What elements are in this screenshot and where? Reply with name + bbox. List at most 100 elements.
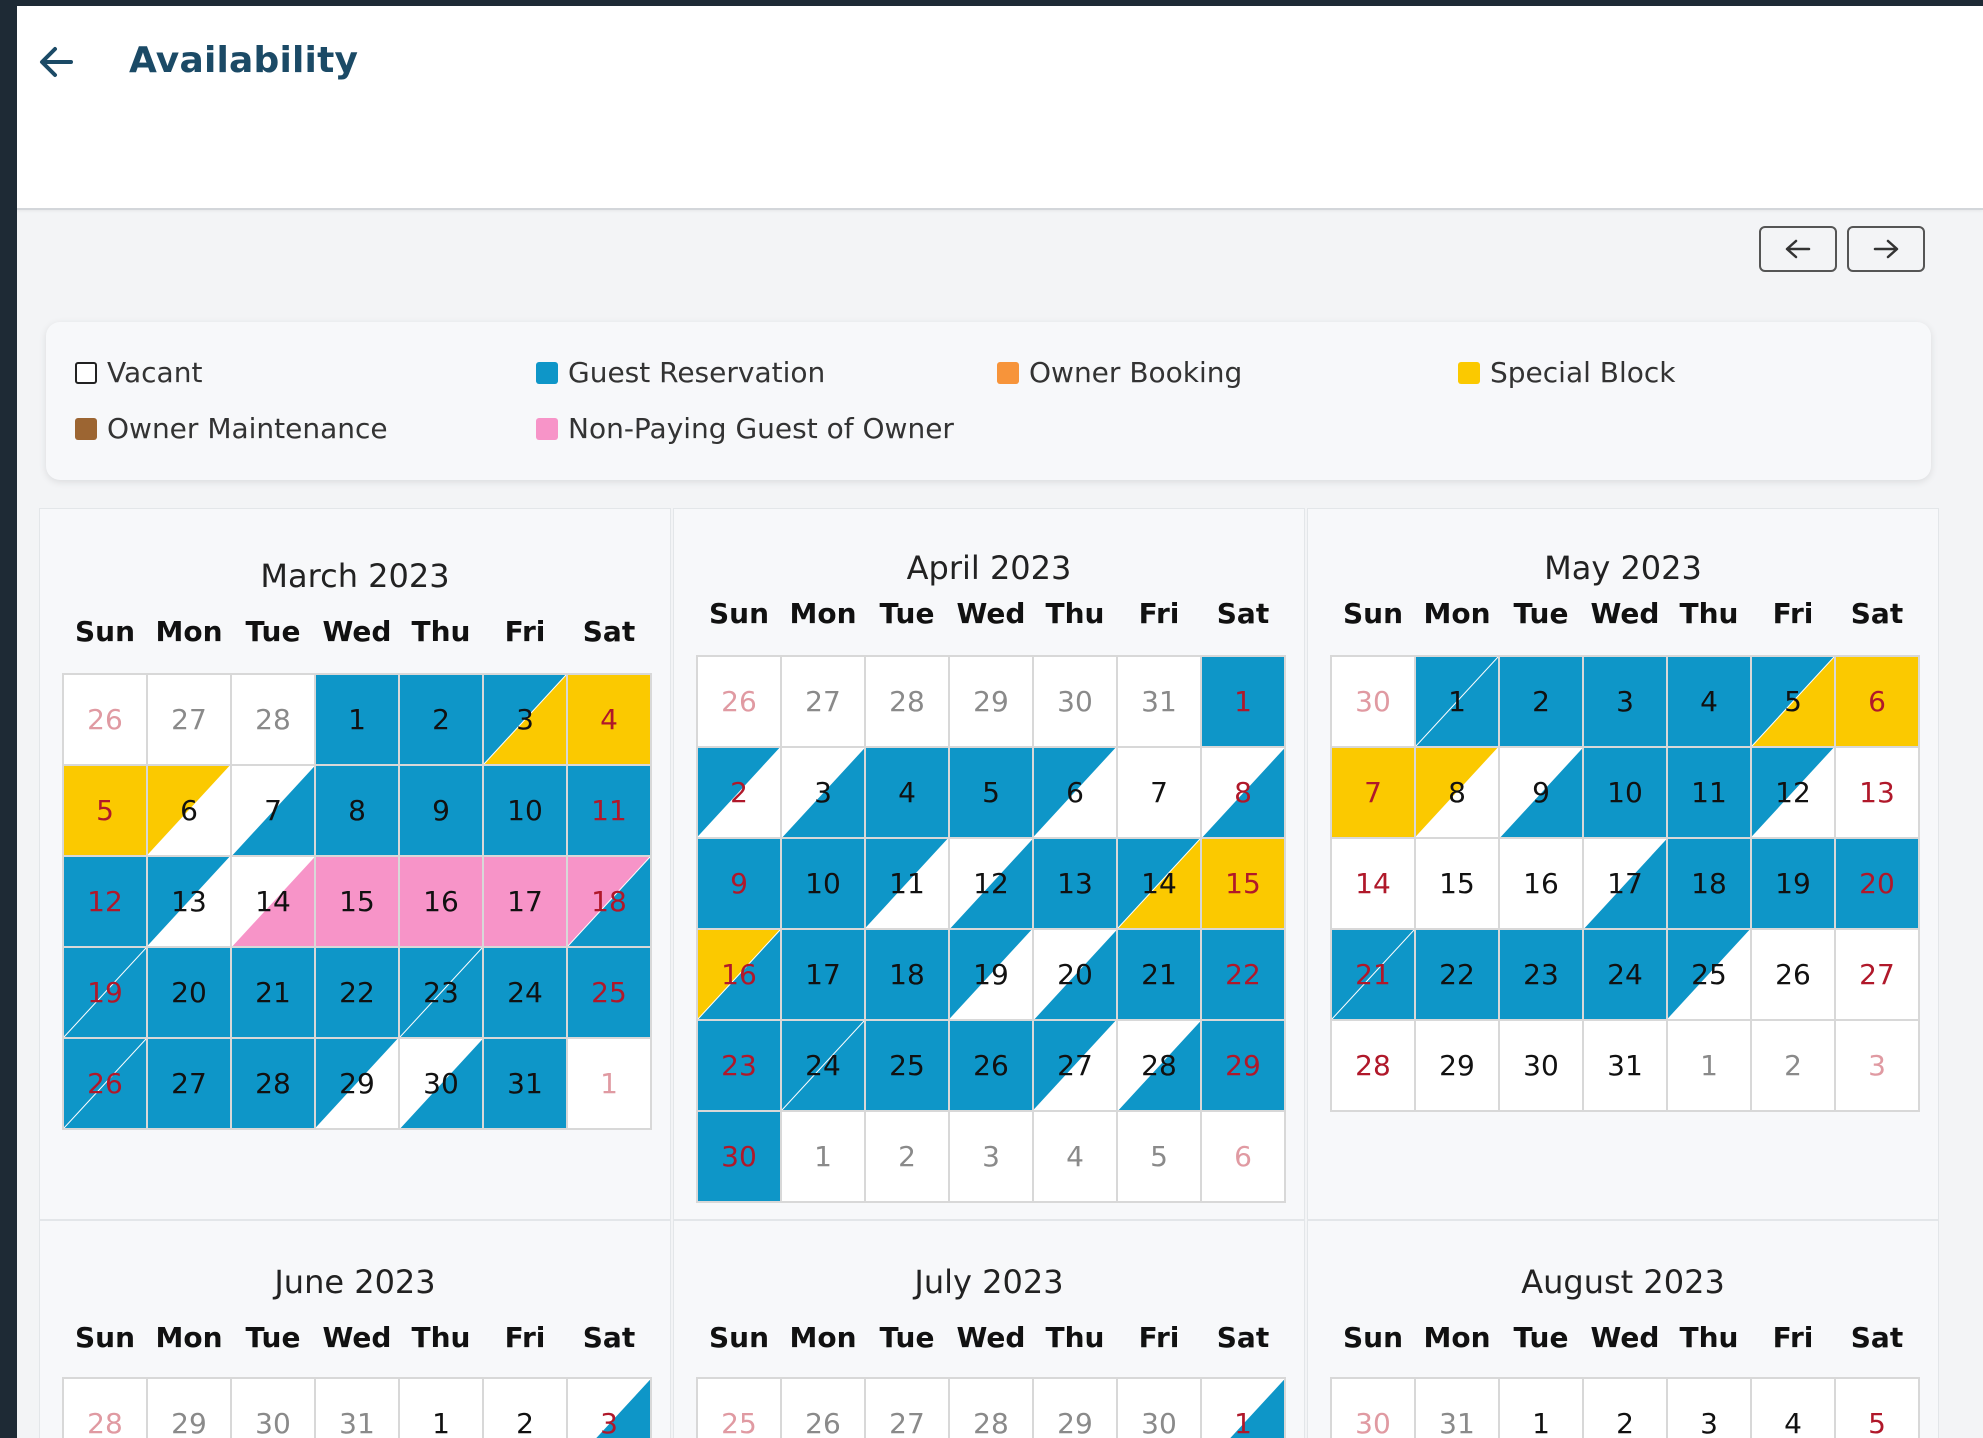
day-cell[interactable]: 28 [231,1038,315,1129]
day-cell[interactable]: 19 [1751,838,1835,929]
day-cell[interactable]: 15 [315,856,399,947]
day-cell[interactable]: 16 [1499,838,1583,929]
day-cell-outside-month[interactable]: 3 [1835,1020,1919,1111]
day-cell[interactable]: 31 [483,1038,567,1129]
day-cell[interactable]: 13 [1033,838,1117,929]
day-cell[interactable]: 5 [949,747,1033,838]
day-cell[interactable]: 4 [1751,1378,1835,1438]
day-cell[interactable]: 2 [483,1378,567,1438]
day-cell[interactable]: 15 [1415,838,1499,929]
day-cell[interactable]: 7 [1331,747,1415,838]
day-cell[interactable]: 22 [315,947,399,1038]
day-cell[interactable]: 3 [1667,1378,1751,1438]
day-cell[interactable]: 1 [315,674,399,765]
day-cell[interactable]: 18 [567,856,651,947]
day-cell-outside-month[interactable]: 25 [697,1378,781,1438]
day-cell-outside-month[interactable]: 30 [1033,656,1117,747]
day-cell[interactable]: 8 [1201,747,1285,838]
day-cell-outside-month[interactable]: 5 [1117,1111,1201,1202]
day-cell-outside-month[interactable]: 27 [147,674,231,765]
day-cell[interactable]: 8 [1415,747,1499,838]
day-cell[interactable]: 7 [231,765,315,856]
day-cell[interactable]: 4 [567,674,651,765]
day-cell[interactable]: 9 [399,765,483,856]
day-cell-outside-month[interactable]: 30 [1331,1378,1415,1438]
day-cell[interactable]: 13 [1835,747,1919,838]
day-cell[interactable]: 30 [399,1038,483,1129]
day-cell[interactable]: 10 [781,838,865,929]
day-cell[interactable]: 23 [1499,929,1583,1020]
day-cell[interactable]: 6 [147,765,231,856]
day-cell[interactable]: 3 [567,1378,651,1438]
day-cell[interactable]: 23 [697,1020,781,1111]
day-cell-outside-month[interactable]: 29 [1033,1378,1117,1438]
day-cell[interactable]: 10 [1583,747,1667,838]
day-cell-outside-month[interactable]: 1 [781,1111,865,1202]
day-cell[interactable]: 12 [1751,747,1835,838]
day-cell[interactable]: 20 [147,947,231,1038]
day-cell[interactable]: 20 [1835,838,1919,929]
day-cell[interactable]: 30 [697,1111,781,1202]
day-cell[interactable]: 24 [781,1020,865,1111]
day-cell[interactable]: 18 [865,929,949,1020]
day-cell[interactable]: 29 [315,1038,399,1129]
day-cell[interactable]: 17 [483,856,567,947]
day-cell-outside-month[interactable]: 29 [147,1378,231,1438]
day-cell[interactable]: 2 [697,747,781,838]
day-cell-outside-month[interactable]: 31 [1415,1378,1499,1438]
day-cell[interactable]: 24 [483,947,567,1038]
day-cell-outside-month[interactable]: 30 [1117,1378,1201,1438]
day-cell[interactable]: 11 [865,838,949,929]
day-cell[interactable]: 25 [567,947,651,1038]
day-cell[interactable]: 2 [399,674,483,765]
day-cell[interactable]: 5 [1835,1378,1919,1438]
day-cell[interactable]: 20 [1033,929,1117,1020]
day-cell-outside-month[interactable]: 29 [949,656,1033,747]
day-cell[interactable]: 10 [483,765,567,856]
day-cell[interactable]: 18 [1667,838,1751,929]
day-cell[interactable]: 3 [483,674,567,765]
day-cell[interactable]: 6 [1033,747,1117,838]
day-cell[interactable]: 1 [1415,656,1499,747]
day-cell[interactable]: 11 [567,765,651,856]
day-cell[interactable]: 27 [147,1038,231,1129]
day-cell-outside-month[interactable]: 2 [1751,1020,1835,1111]
day-cell[interactable]: 8 [315,765,399,856]
day-cell-outside-month[interactable]: 27 [781,656,865,747]
day-cell[interactable]: 4 [865,747,949,838]
prev-months-button[interactable] [1759,226,1837,272]
day-cell-outside-month[interactable]: 28 [865,656,949,747]
day-cell[interactable]: 17 [1583,838,1667,929]
day-cell[interactable]: 28 [1331,1020,1415,1111]
day-cell-outside-month[interactable]: 26 [697,656,781,747]
day-cell[interactable]: 19 [949,929,1033,1020]
day-cell[interactable]: 29 [1201,1020,1285,1111]
day-cell[interactable]: 1 [399,1378,483,1438]
day-cell[interactable]: 16 [399,856,483,947]
day-cell[interactable]: 16 [697,929,781,1020]
day-cell[interactable]: 12 [63,856,147,947]
day-cell[interactable]: 12 [949,838,1033,929]
day-cell[interactable]: 2 [1583,1378,1667,1438]
day-cell[interactable]: 22 [1201,929,1285,1020]
day-cell[interactable]: 30 [1499,1020,1583,1111]
day-cell[interactable]: 5 [1751,656,1835,747]
day-cell[interactable]: 26 [63,1038,147,1129]
day-cell-outside-month[interactable]: 26 [63,674,147,765]
day-cell[interactable]: 21 [231,947,315,1038]
day-cell-outside-month[interactable]: 30 [231,1378,315,1438]
day-cell[interactable]: 23 [399,947,483,1038]
day-cell[interactable]: 27 [1835,929,1919,1020]
day-cell[interactable]: 2 [1499,656,1583,747]
day-cell-outside-month[interactable]: 6 [1201,1111,1285,1202]
day-cell[interactable]: 9 [697,838,781,929]
day-cell[interactable]: 27 [1033,1020,1117,1111]
day-cell[interactable]: 19 [63,947,147,1038]
day-cell[interactable]: 29 [1415,1020,1499,1111]
day-cell-outside-month[interactable]: 30 [1331,656,1415,747]
day-cell[interactable]: 1 [1201,656,1285,747]
next-months-button[interactable] [1847,226,1925,272]
day-cell[interactable]: 1 [1201,1378,1285,1438]
day-cell-outside-month[interactable]: 28 [949,1378,1033,1438]
day-cell[interactable]: 3 [1583,656,1667,747]
